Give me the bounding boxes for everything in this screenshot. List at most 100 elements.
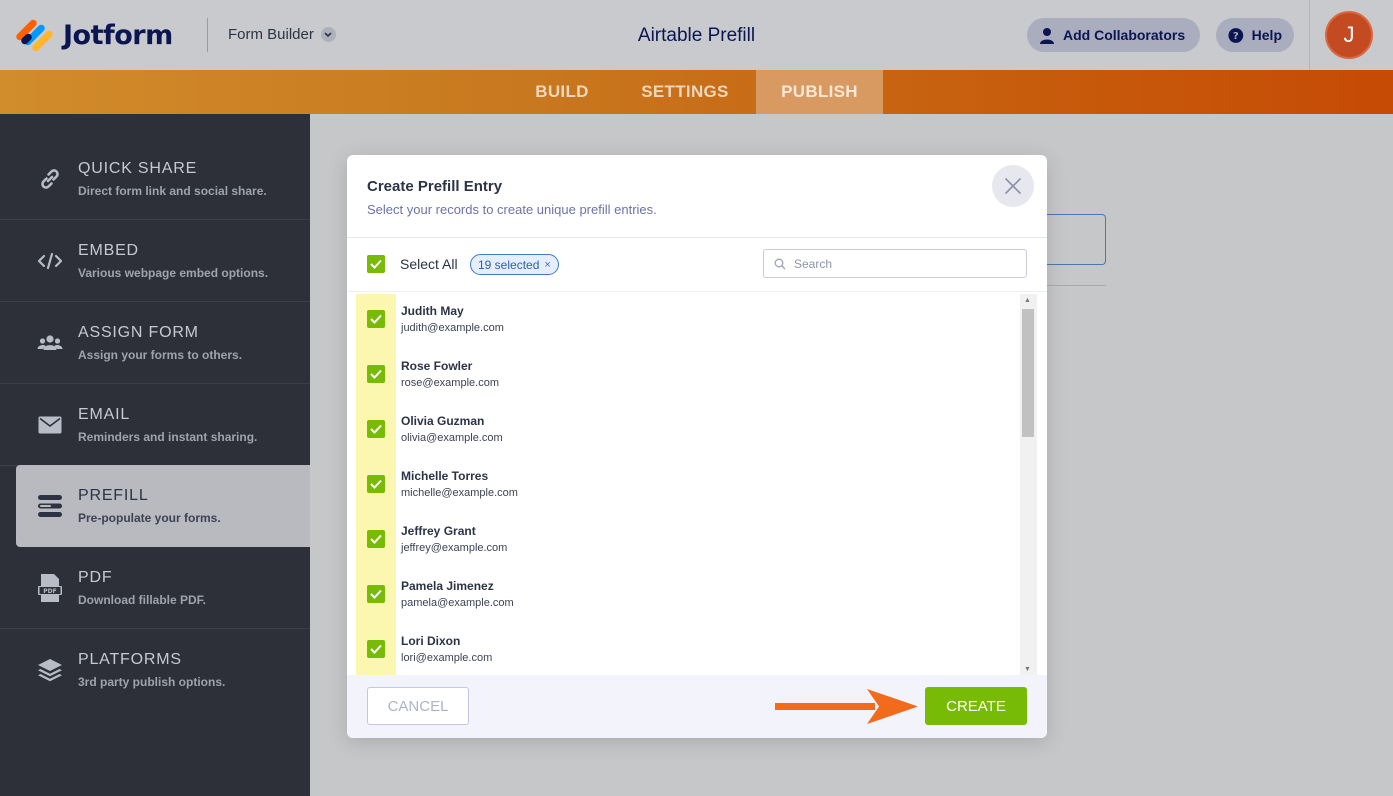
sidebar-item-assign-form[interactable]: ASSIGN FORM Assign your forms to others. — [0, 302, 310, 384]
record-email: rose@example.com — [401, 377, 499, 389]
sidebar-item-embed[interactable]: EMBED Various webpage embed options. — [0, 220, 310, 302]
list-scrollbar[interactable]: ▲ ▼ — [1020, 294, 1037, 675]
sidebar-item-title: QUICK SHARE — [78, 160, 198, 177]
avatar-initial: J — [1343, 22, 1355, 47]
sidebar-item-title: PDF — [78, 569, 113, 586]
header-divider-right — [1309, 0, 1310, 70]
sidebar-item-platforms[interactable]: PLATFORMS 3rd party publish options. — [0, 629, 310, 711]
sidebar-item-prefill[interactable]: PREFILL Pre-populate your forms. — [16, 465, 310, 547]
code-icon — [36, 247, 64, 275]
publish-sidebar: QUICK SHARE Direct form link and social … — [0, 114, 310, 796]
checkmark-icon — [370, 479, 382, 489]
list-item[interactable]: Lori Dixon lori@example.com — [356, 624, 1020, 675]
form-builder-dropdown[interactable]: Form Builder — [228, 26, 336, 43]
svg-text:?: ? — [1233, 31, 1239, 42]
record-checkbox[interactable] — [367, 530, 385, 548]
record-email: jeffrey@example.com — [401, 542, 508, 554]
record-name: Judith May — [401, 304, 464, 318]
record-email: lori@example.com — [401, 652, 493, 664]
list-item[interactable]: Rose Fowler rose@example.com — [356, 349, 1020, 404]
cancel-button[interactable]: CANCEL — [367, 687, 469, 725]
list-item[interactable]: Pamela Jimenez pamela@example.com — [356, 569, 1020, 624]
pdf-icon-text: PDF — [43, 588, 56, 595]
scrollbar-thumb[interactable] — [1022, 309, 1034, 437]
selected-count-text: 19 selected — [478, 257, 540, 272]
record-checkbox[interactable] — [367, 475, 385, 493]
sidebar-item-title: PREFILL — [78, 487, 149, 504]
link-icon — [36, 165, 64, 193]
layers-icon — [36, 656, 64, 684]
form-builder-label: Form Builder — [228, 26, 314, 43]
checkmark-icon — [370, 369, 382, 379]
scroll-down-icon[interactable]: ▼ — [1024, 666, 1031, 673]
record-checkbox[interactable] — [367, 640, 385, 658]
tab-publish[interactable]: PUBLISH — [756, 70, 883, 114]
checkmark-icon — [370, 314, 382, 324]
add-collaborators-label: Add Collaborators — [1063, 27, 1186, 43]
close-button[interactable] — [992, 165, 1034, 207]
tab-settings[interactable]: SETTINGS — [624, 70, 746, 114]
tab-bar: BUILD SETTINGS PUBLISH — [0, 70, 1393, 114]
sidebar-item-email[interactable]: EMAIL Reminders and instant sharing. — [0, 384, 310, 466]
sidebar-item-desc: Direct form link and social share. — [78, 184, 267, 198]
list-item[interactable]: Jeffrey Grant jeffrey@example.com — [356, 514, 1020, 569]
list-item[interactable]: Michelle Torres michelle@example.com — [356, 459, 1020, 514]
add-collaborators-button[interactable]: Add Collaborators — [1027, 18, 1200, 52]
create-prefill-modal: Create Prefill Entry Select your records… — [347, 155, 1047, 738]
annotation-arrow-icon — [775, 689, 918, 724]
jotform-logo-icon — [14, 18, 55, 53]
record-email: judith@example.com — [401, 322, 504, 334]
search-box[interactable] — [763, 249, 1027, 278]
record-checkbox[interactable] — [367, 365, 385, 383]
sidebar-item-desc: Assign your forms to others. — [78, 348, 243, 362]
sidebar-item-pdf[interactable]: PDF PDF Download fillable PDF. — [0, 547, 310, 629]
sidebar-item-desc: Pre-populate your forms. — [78, 511, 221, 525]
checkmark-icon — [370, 259, 382, 269]
list-item[interactable]: Judith May judith@example.com — [356, 294, 1020, 349]
record-email: michelle@example.com — [401, 487, 518, 499]
help-icon: ? — [1228, 27, 1244, 43]
record-email: pamela@example.com — [401, 597, 514, 609]
avatar[interactable]: J — [1325, 11, 1373, 59]
search-icon — [774, 258, 786, 269]
select-all-label[interactable]: Select All — [400, 256, 458, 272]
sidebar-item-desc: Reminders and instant sharing. — [78, 430, 258, 444]
record-checkbox[interactable] — [367, 420, 385, 438]
user-icon — [1040, 27, 1054, 44]
sidebar-item-title: EMBED — [78, 242, 139, 259]
record-checkbox[interactable] — [367, 310, 385, 328]
sidebar-item-desc: 3rd party publish options. — [78, 675, 226, 689]
header-divider — [207, 18, 208, 52]
users-icon — [36, 329, 64, 357]
help-button[interactable]: ? Help — [1216, 18, 1294, 52]
background-input-box — [1040, 214, 1106, 265]
record-name: Rose Fowler — [401, 359, 473, 373]
sidebar-item-title: ASSIGN FORM — [78, 324, 199, 341]
list-divider — [347, 291, 1047, 292]
search-input[interactable] — [794, 256, 1014, 271]
record-checkbox[interactable] — [367, 585, 385, 603]
jotform-logo[interactable]: Jotform — [14, 18, 173, 53]
list-item[interactable]: Olivia Guzman olivia@example.com — [356, 404, 1020, 459]
scroll-up-icon[interactable]: ▲ — [1024, 297, 1031, 304]
record-name: Michelle Torres — [401, 469, 489, 483]
chevron-down-icon — [320, 27, 336, 42]
modal-footer: CANCEL CREATE — [347, 675, 1047, 738]
checkmark-icon — [370, 589, 382, 599]
close-icon — [1005, 178, 1021, 194]
prefill-icon — [36, 492, 64, 520]
logo-text: Jotform — [63, 19, 173, 51]
record-name: Olivia Guzman — [401, 414, 485, 428]
sidebar-item-quick-share[interactable]: QUICK SHARE Direct form link and social … — [0, 138, 310, 220]
clear-selection-icon[interactable]: × — [544, 259, 550, 271]
record-name: Lori Dixon — [401, 634, 461, 648]
create-button[interactable]: CREATE — [925, 687, 1027, 725]
sidebar-item-title: EMAIL — [78, 406, 131, 423]
top-bar: Jotform Form Builder Airtable Prefill Ad… — [0, 0, 1393, 70]
background-divider — [1040, 285, 1106, 286]
modal-subtitle: Select your records to create unique pre… — [367, 202, 657, 217]
tab-build[interactable]: BUILD — [510, 70, 614, 114]
checkmark-icon — [370, 534, 382, 544]
envelope-icon — [36, 411, 64, 439]
select-all-checkbox[interactable] — [367, 255, 385, 273]
